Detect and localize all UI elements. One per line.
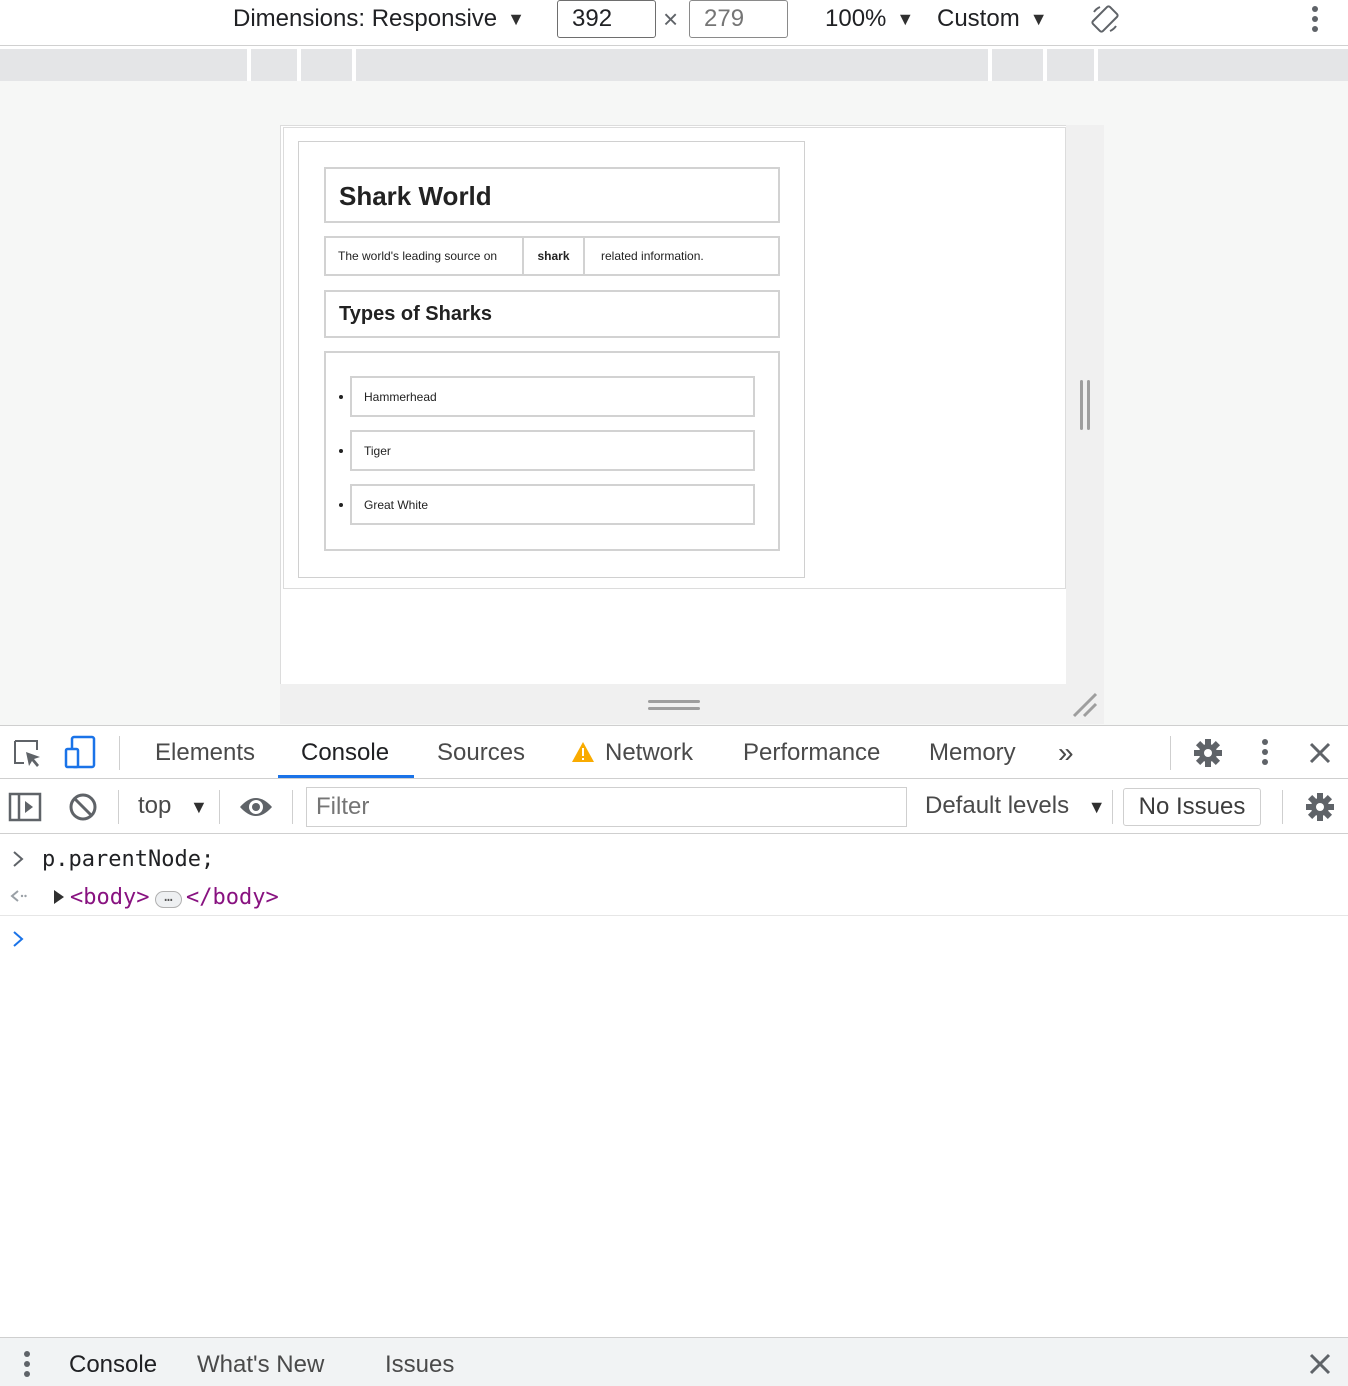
drawer-tab-whats-new[interactable]: What's New (197, 1338, 324, 1386)
tab-elements[interactable]: Elements (155, 726, 255, 779)
devtools-drawer: Console What's New Issues (0, 1337, 1348, 1386)
chevron-down-icon: ▼ (507, 8, 525, 29)
issues-button[interactable]: No Issues (1123, 788, 1261, 826)
filter-input[interactable] (306, 787, 907, 827)
width-input[interactable] (557, 0, 656, 38)
list-item: Great White (350, 484, 755, 525)
active-tab-indicator (278, 775, 414, 778)
list-item: Tiger (350, 430, 755, 471)
page-body-outline: Shark World The world's leading source o… (298, 141, 805, 578)
inspect-element-icon[interactable] (12, 738, 44, 770)
warning-icon (572, 742, 594, 762)
tab-console[interactable]: Console (301, 726, 389, 779)
chevron-down-icon: ▼ (190, 797, 208, 817)
console-result-line: <body> … </body> (0, 881, 1348, 917)
result-arrow-icon (10, 890, 27, 902)
eye-icon[interactable] (238, 793, 274, 821)
height-input[interactable] (689, 0, 788, 38)
tagline-strong: shark (524, 238, 585, 274)
prompt-chevron-icon (13, 931, 24, 947)
result-close-tag: </body> (186, 885, 279, 910)
bullet-icon (339, 395, 343, 399)
context-selector[interactable]: top ▼ (138, 792, 208, 820)
tab-sources[interactable]: Sources (437, 726, 525, 779)
tab-network[interactable]: Network (605, 726, 693, 779)
site-title: Shark World (324, 167, 780, 223)
tab-memory[interactable]: Memory (929, 726, 1016, 779)
clear-console-icon[interactable] (67, 791, 99, 823)
chevron-down-icon: ▼ (1029, 8, 1048, 29)
right-resize-gutter[interactable] (1066, 125, 1104, 684)
console-output[interactable]: p.parentNode; <body> … </body> (0, 835, 1348, 1337)
zoom-label: 100% (825, 5, 887, 32)
log-levels-label: Default levels (925, 792, 1070, 819)
bullet-icon (339, 449, 343, 453)
throttle-label: Custom (937, 5, 1020, 32)
chevron-down-icon: ▼ (1087, 797, 1106, 817)
prompt-chevron-icon (13, 851, 24, 867)
zoom-dropdown[interactable]: 100% ▼ (825, 0, 914, 38)
device-viewport-area: Shark World The world's leading source o… (0, 81, 1348, 725)
corner-resize-icon[interactable] (1070, 690, 1100, 720)
tagline-text: The world's leading source on (326, 238, 524, 274)
device-toolbar: Dimensions: Responsive ▼ × 100% ▼ Custom… (0, 0, 1348, 46)
context-label: top (138, 792, 172, 819)
throttle-dropdown[interactable]: Custom ▼ (937, 0, 1048, 38)
sidebar-toggle-icon[interactable] (8, 792, 42, 822)
console-prompt-line[interactable] (0, 923, 1348, 959)
log-levels-dropdown[interactable]: Default levels ▼ (925, 792, 1106, 820)
more-vert-icon[interactable] (1254, 738, 1276, 768)
collapsed-ellipsis[interactable]: … (155, 890, 182, 908)
console-input-line: p.parentNode; (0, 843, 1348, 879)
console-toolbar: top ▼ Default levels ▼ No Issues (0, 780, 1348, 834)
page-html-outline: Shark World The world's leading source o… (283, 127, 1066, 589)
drawer-menu-icon[interactable] (18, 1349, 36, 1379)
chevron-down-icon: ▼ (896, 8, 915, 29)
bottom-resize-gutter[interactable] (280, 684, 1104, 724)
settings-gear-icon[interactable] (1192, 737, 1224, 769)
console-settings-gear-icon[interactable] (1304, 791, 1336, 823)
tab-performance[interactable]: Performance (743, 726, 880, 779)
tagline: The world's leading source on shark rela… (324, 236, 780, 276)
dimensions-dropdown[interactable]: Dimensions: Responsive ▼ (233, 0, 525, 38)
console-divider (0, 915, 1348, 916)
more-tabs-icon[interactable]: » (1058, 726, 1074, 779)
bullet-icon (339, 503, 343, 507)
more-vert-icon[interactable] (1304, 5, 1326, 35)
rotate-icon[interactable] (1089, 3, 1121, 35)
times-icon: × (663, 3, 679, 34)
device-frame: Shark World The world's leading source o… (280, 125, 1066, 684)
console-command: p.parentNode; (42, 847, 215, 872)
shark-list: Hammerhead Tiger Great White (324, 351, 780, 551)
result-open-tag[interactable]: <body> (70, 885, 149, 910)
close-icon[interactable] (1307, 740, 1333, 766)
dimensions-label: Dimensions: Responsive (233, 5, 498, 32)
drawer-tab-console[interactable]: Console (69, 1338, 157, 1386)
drawer-tab-issues[interactable]: Issues (385, 1338, 454, 1386)
expand-triangle-icon[interactable] (52, 889, 66, 905)
list-item: Hammerhead (350, 376, 755, 417)
drawer-close-icon[interactable] (1307, 1351, 1333, 1377)
types-heading: Types of Sharks (324, 290, 780, 338)
tagline-text-end: related information. (601, 249, 704, 263)
device-toggle-icon[interactable] (63, 735, 99, 771)
media-query-bar[interactable] (0, 49, 1348, 81)
devtools-tab-bar: Elements Console Sources Network Perform… (0, 725, 1348, 779)
